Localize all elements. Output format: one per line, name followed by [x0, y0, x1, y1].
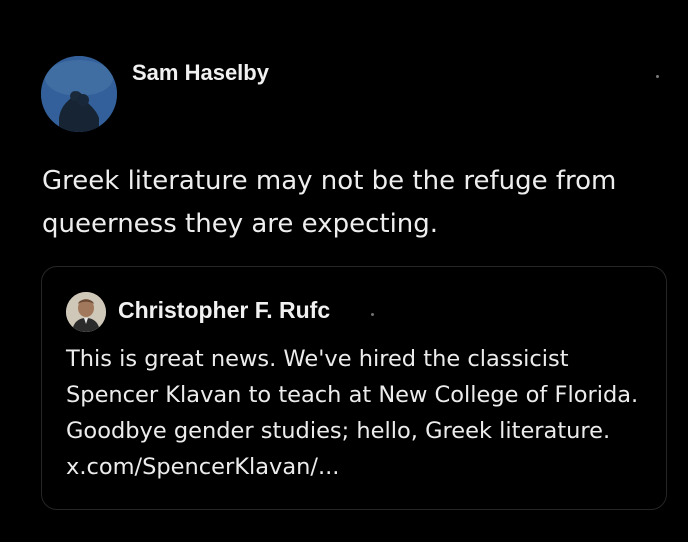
quoted-author-name[interactable]: Christopher F. Rufc	[118, 297, 330, 324]
quoted-tweet-link[interactable]: x.com/SpencerKlavan/...	[66, 454, 339, 480]
author-avatar[interactable]	[41, 56, 117, 132]
tweet-text: Greek literature may not be the refuge f…	[42, 166, 617, 239]
portrait-photo-icon	[66, 292, 106, 332]
tweet-screenshot: Sam Haselby Greek literature may not be …	[0, 0, 688, 542]
more-options-icon[interactable]	[656, 75, 659, 78]
quoted-tweet-body: This is great news. We've hired the clas…	[66, 346, 639, 444]
author-name[interactable]: Sam Haselby	[132, 60, 269, 86]
separator-dot-icon	[371, 313, 374, 316]
landscape-photo-icon	[41, 56, 117, 132]
quoted-tweet-text: This is great news. We've hired the clas…	[66, 341, 656, 485]
quoted-author-avatar[interactable]	[66, 292, 106, 332]
